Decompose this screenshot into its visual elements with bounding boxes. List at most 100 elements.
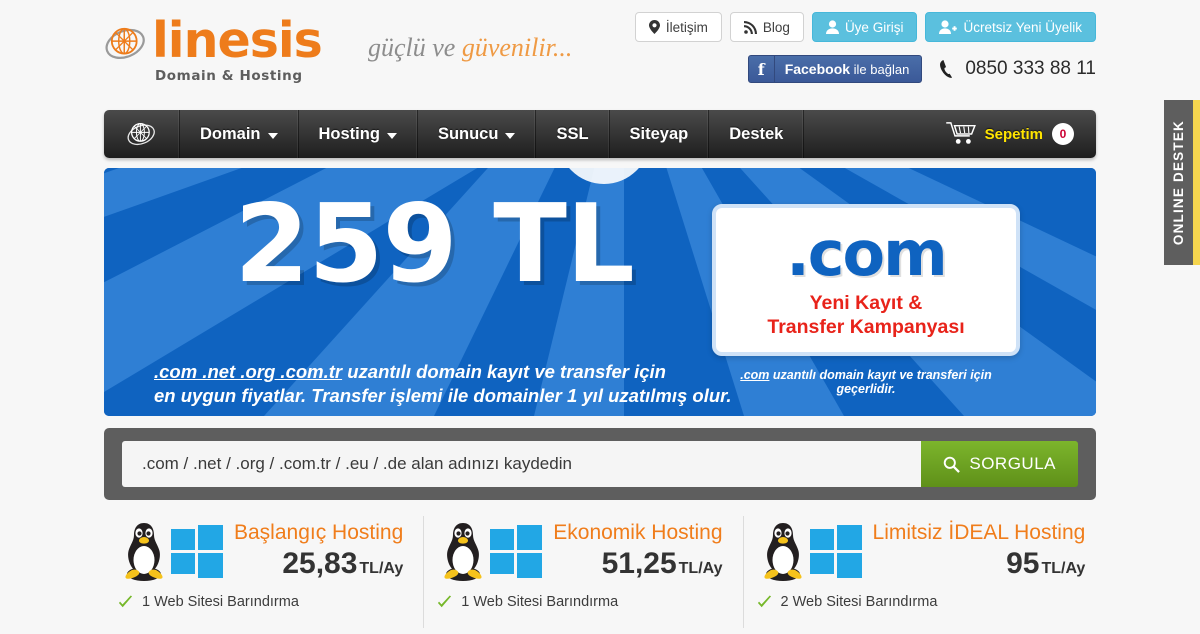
plan-price-unit: TL/Ay	[1041, 560, 1086, 577]
com-promo-note-tld: .com	[740, 368, 770, 382]
nav-item-domain[interactable]: Domain	[180, 110, 299, 158]
hero-subtext-tlds: .com .net .org .com.tr	[154, 361, 343, 382]
os-icons	[118, 520, 224, 582]
plan-feature: 1 Web Sitesi Barındırma	[423, 582, 742, 610]
user-icon	[825, 20, 839, 34]
plan-feature: 1 Web Sitesi Barındırma	[104, 582, 423, 610]
hosting-plans: Başlangıç Hosting 25,83 TL/Ay 1 Web Sites…	[104, 512, 1096, 628]
nav-item-destek[interactable]: Destek	[709, 110, 805, 158]
top-button-group: İletişim Blog Üye Girişi Ücretsiz Yeni Ü…	[634, 12, 1096, 42]
domain-search-button[interactable]: SORGULA	[921, 441, 1078, 487]
plan-card-ekonomik[interactable]: Ekonomik Hosting 51,25 TL/Ay 1 Web Sitesi…	[423, 512, 742, 628]
cart-label: Sepetim	[984, 125, 1043, 143]
plan-info: Başlangıç Hosting 25,83 TL/Ay	[234, 521, 411, 581]
com-promo-line1: Yeni Kayıt &	[809, 291, 923, 314]
windows-icon	[171, 525, 223, 578]
hero-subtext-line1: uzantılı domain kayıt ve transfer için	[342, 361, 666, 382]
linux-penguin-icon	[125, 523, 163, 581]
hero-subtext: .com .net .org .com.tr uzantılı domain k…	[154, 360, 794, 409]
phone-number[interactable]: 0850 333 88 11	[940, 58, 1096, 80]
hero-price: 259 TL	[234, 182, 635, 307]
shopping-cart-icon	[945, 122, 976, 144]
nav-item-siteyap[interactable]: Siteyap	[610, 110, 710, 158]
nav-item-domain-label: Domain	[200, 124, 261, 143]
nav-item-siteyap-label: Siteyap	[629, 124, 689, 143]
facebook-connect-button[interactable]: f Facebook ile bağlan	[747, 55, 923, 83]
header-second-row: f Facebook ile bağlan 0850 333 88 11	[747, 55, 1096, 83]
tagline-accent: güvenilir...	[461, 33, 573, 62]
linux-penguin-icon	[444, 523, 482, 581]
domain-search-input[interactable]	[122, 441, 922, 487]
com-promo-note-rest: uzantılı domain kayıt ve transferi için …	[769, 368, 992, 396]
nav-item-sunucu-label: Sunucu	[437, 124, 499, 143]
cart-count-badge: 0	[1052, 123, 1074, 145]
os-icons	[757, 520, 863, 582]
nav-item-destek-label: Destek	[729, 124, 784, 143]
facebook-label-bold: Facebook	[784, 61, 851, 77]
linux-penguin-icon	[763, 523, 802, 581]
plan-price-unit: TL/Ay	[678, 560, 723, 577]
plan-price: 25,83 TL/Ay	[234, 547, 403, 581]
plan-price-unit: TL/Ay	[359, 560, 404, 577]
login-button[interactable]: Üye Girişi	[811, 12, 918, 42]
cart-button[interactable]: Sepetim 0	[945, 110, 1096, 158]
plan-header: Başlangıç Hosting 25,83 TL/Ay	[104, 520, 423, 582]
hero-banner[interactable]: 259 TL .com .net .org .com.tr uzantılı d…	[104, 168, 1096, 416]
register-button[interactable]: Ücretsiz Yeni Üyelik	[925, 12, 1096, 42]
plan-card-baslangic[interactable]: Başlangıç Hosting 25,83 TL/Ay 1 Web Sites…	[104, 512, 423, 610]
header-tagline: güçlü ve güvenilir...	[368, 33, 572, 63]
search-icon	[944, 456, 961, 473]
os-icons	[437, 520, 543, 582]
check-icon	[118, 594, 133, 607]
rss-icon	[743, 20, 757, 34]
plan-price-value: 25,83	[282, 547, 358, 580]
nav-item-ssl-label: SSL	[556, 124, 589, 143]
site-logo[interactable]: linesis Domain & Hosting	[104, 12, 323, 84]
online-support-tab[interactable]: ONLINE DESTEK	[1164, 100, 1200, 265]
domain-search-bar: SORGULA	[104, 428, 1096, 500]
blog-button-label: Blog	[762, 19, 790, 35]
plan-name: Ekonomik Hosting	[553, 521, 723, 544]
logo-wordmark: linesis	[152, 12, 323, 69]
plan-card-limitsiz-ideal[interactable]: Limitsiz İDEAL Hosting 95 TL/Ay 2 Web Sit…	[742, 512, 1106, 628]
plan-header: Limitsiz İDEAL Hosting 95 TL/Ay	[743, 520, 1106, 582]
nav-item-sunucu[interactable]: Sunucu	[418, 110, 537, 158]
plan-price: 95 TL/Ay	[873, 547, 1086, 581]
hero-subtext-line2: en uygun fiyatlar. Transfer işlemi ile d…	[154, 385, 732, 407]
com-tld-text: .com	[786, 216, 948, 290]
globe-icon	[127, 122, 155, 146]
chevron-down-icon	[505, 132, 516, 139]
nav-item-hosting[interactable]: Hosting	[299, 110, 418, 158]
plan-price-value: 51,25	[601, 547, 677, 580]
windows-icon	[490, 525, 543, 578]
online-support-tab-label: ONLINE DESTEK	[1171, 119, 1186, 246]
windows-icon	[809, 525, 862, 578]
globe-icon	[105, 27, 145, 59]
com-promo-line2: Transfer Kampanyası	[767, 315, 965, 338]
plan-header: Ekonomik Hosting 51,25 TL/Ay	[423, 520, 742, 582]
plan-price-value: 95	[1006, 547, 1040, 580]
plan-feature-label: 2 Web Sitesi Barındırma	[780, 594, 938, 610]
chevron-down-icon	[267, 132, 278, 139]
com-promo-headline: Yeni Kayıt & Transfer Kampanyası	[767, 292, 964, 340]
location-pin-icon	[648, 20, 660, 34]
site-header: linesis Domain & Hosting güçlü ve güveni…	[0, 0, 1200, 108]
nav-home-button[interactable]	[104, 110, 180, 158]
tagline-plain: güçlü ve	[368, 33, 462, 62]
blog-button[interactable]: Blog	[729, 12, 804, 42]
contact-button-label: İletişim	[665, 19, 708, 35]
user-plus-icon	[939, 20, 958, 34]
check-icon	[757, 594, 771, 607]
phone-number-text: 0850 333 88 11	[965, 58, 1096, 79]
logo-tagline: Domain & Hosting	[155, 67, 303, 84]
phone-icon	[940, 60, 953, 78]
nav-item-ssl[interactable]: SSL	[536, 110, 610, 158]
plan-name: Başlangıç Hosting	[234, 521, 404, 544]
register-button-label: Ücretsiz Yeni Üyelik	[963, 19, 1082, 35]
plan-price: 51,25 TL/Ay	[553, 547, 723, 581]
check-icon	[438, 594, 452, 607]
contact-button[interactable]: İletişim	[634, 12, 722, 42]
plan-name: Limitsiz İDEAL Hosting	[872, 521, 1086, 544]
com-promo-card: .com Yeni Kayıt & Transfer Kampanyası	[712, 204, 1020, 356]
